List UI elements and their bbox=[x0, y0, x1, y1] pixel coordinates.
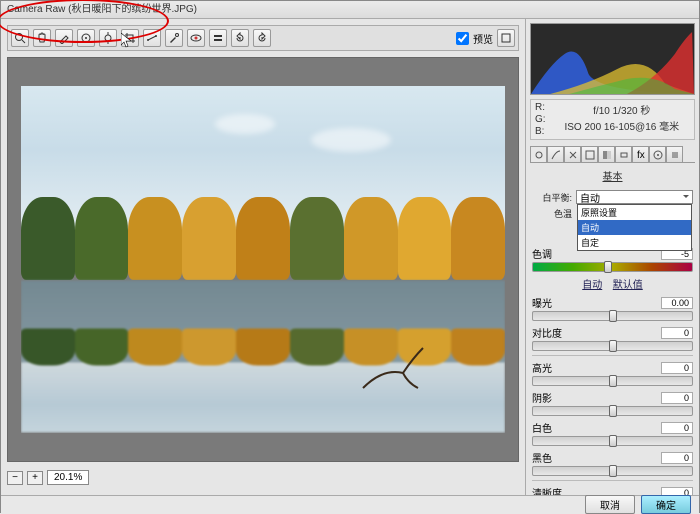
cancel-button[interactable]: 取消 bbox=[585, 495, 635, 514]
contrast-label: 对比度 bbox=[532, 325, 562, 340]
highlights-label: 高光 bbox=[532, 360, 552, 375]
hand-tool-icon[interactable] bbox=[33, 29, 51, 47]
color-sampler-icon[interactable] bbox=[77, 29, 95, 47]
zoom-tool-icon[interactable] bbox=[11, 29, 29, 47]
wb-option-asshot[interactable]: 原照设置 bbox=[578, 205, 691, 220]
highlights-slider[interactable] bbox=[532, 376, 693, 386]
zoom-in-button[interactable]: + bbox=[27, 471, 43, 485]
whites-value[interactable]: 0 bbox=[661, 422, 693, 434]
ok-button[interactable]: 确定 bbox=[641, 495, 691, 514]
tab-detail[interactable] bbox=[564, 146, 581, 162]
footer: 取消 确定 bbox=[1, 495, 699, 513]
info-readout: R:G:B: f/10 1/320 秒 ISO 200 16-105@16 毫米 bbox=[530, 99, 695, 140]
clarity-value[interactable]: 0 bbox=[661, 487, 693, 496]
svg-text:fx: fx bbox=[637, 150, 645, 160]
whites-label: 白色 bbox=[532, 420, 552, 435]
spot-tool-icon[interactable] bbox=[165, 29, 183, 47]
exposure-label: 曝光 bbox=[532, 295, 552, 310]
basic-panel: 白平衡: 自动 原照设置 自动 自定 色温 色调 bbox=[526, 186, 699, 495]
main-area: 预览 bbox=[1, 19, 699, 495]
preview-label: 预览 bbox=[473, 31, 493, 46]
highlights-value[interactable]: 0 bbox=[661, 362, 693, 374]
wb-dropdown[interactable]: 自动 原照设置 自动 自定 bbox=[576, 190, 693, 204]
preview-checkbox[interactable] bbox=[456, 32, 469, 45]
blacks-value[interactable]: 0 bbox=[661, 452, 693, 464]
panel-tabstrip: fx bbox=[530, 146, 695, 163]
contrast-value[interactable]: 0 bbox=[661, 327, 693, 339]
tab-hsl[interactable] bbox=[581, 146, 598, 162]
blacks-slider[interactable] bbox=[532, 466, 693, 476]
whites-slider[interactable] bbox=[532, 436, 693, 446]
tab-basic[interactable] bbox=[530, 146, 547, 162]
shadows-label: 阴影 bbox=[532, 390, 552, 405]
wb-label: 白平衡: bbox=[532, 191, 572, 204]
blacks-label: 黑色 bbox=[532, 450, 552, 465]
tab-fx[interactable]: fx bbox=[632, 146, 649, 162]
image-preview[interactable] bbox=[7, 57, 519, 462]
zoom-out-button[interactable]: − bbox=[7, 471, 23, 485]
shadows-value[interactable]: 0 bbox=[661, 392, 693, 404]
photo-content bbox=[21, 86, 506, 433]
tab-presets[interactable] bbox=[666, 146, 683, 162]
fullscreen-icon[interactable] bbox=[497, 29, 515, 47]
wb-dropdown-list: 原照设置 自动 自定 bbox=[577, 204, 692, 251]
contrast-slider[interactable] bbox=[532, 341, 693, 351]
tab-curve[interactable] bbox=[547, 146, 564, 162]
tint-label: 色调 bbox=[532, 246, 552, 261]
histogram[interactable] bbox=[530, 23, 695, 95]
tab-calibrate[interactable] bbox=[649, 146, 666, 162]
toolbar: 预览 bbox=[7, 25, 519, 51]
straighten-tool-icon[interactable] bbox=[143, 29, 161, 47]
redeye-tool-icon[interactable] bbox=[187, 29, 205, 47]
auto-links: 自动 默认值 bbox=[532, 276, 693, 291]
zoom-bar: − + 20.1% bbox=[7, 466, 519, 489]
crop-tool-icon[interactable] bbox=[121, 29, 139, 47]
tab-split[interactable] bbox=[598, 146, 615, 162]
wb-tool-icon[interactable] bbox=[55, 29, 73, 47]
right-panel: R:G:B: f/10 1/320 秒 ISO 200 16-105@16 毫米… bbox=[525, 19, 699, 495]
prefs-tool-icon[interactable] bbox=[209, 29, 227, 47]
exposure-value[interactable]: 0.00 bbox=[661, 297, 693, 309]
temp-label: 色温 bbox=[532, 207, 572, 220]
exposure-slider[interactable] bbox=[532, 311, 693, 321]
wb-option-custom[interactable]: 自定 bbox=[578, 235, 691, 250]
default-link[interactable]: 默认值 bbox=[613, 280, 643, 291]
panel-title: 基本 bbox=[526, 165, 699, 186]
tab-lens[interactable] bbox=[615, 146, 632, 162]
tint-slider[interactable] bbox=[532, 262, 693, 272]
rotate-ccw-icon[interactable] bbox=[231, 29, 249, 47]
target-adjust-icon[interactable] bbox=[99, 29, 117, 47]
left-pane: 预览 bbox=[1, 19, 525, 495]
rotate-cw-icon[interactable] bbox=[253, 29, 271, 47]
zoom-value[interactable]: 20.1% bbox=[47, 470, 89, 485]
window-title: Camera Raw (秋日暖阳下的缤纷世界.JPG) bbox=[1, 1, 699, 19]
auto-link[interactable]: 自动 bbox=[582, 280, 602, 291]
shadows-slider[interactable] bbox=[532, 406, 693, 416]
clarity-label: 清晰度 bbox=[532, 485, 562, 495]
wb-option-auto[interactable]: 自动 bbox=[578, 220, 691, 235]
